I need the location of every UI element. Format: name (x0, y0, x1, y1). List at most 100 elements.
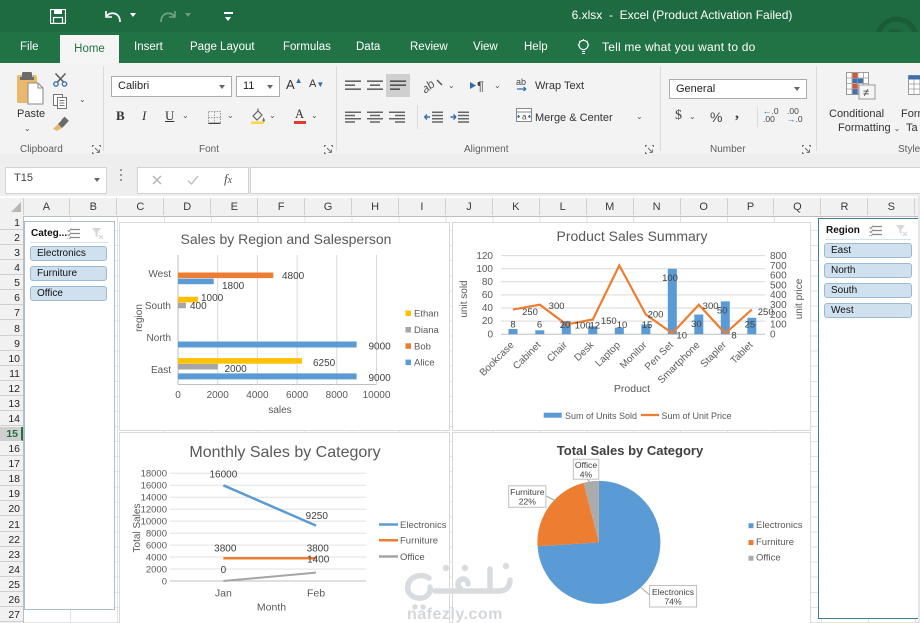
svg-text:North: North (147, 333, 171, 344)
svg-text:20: 20 (560, 320, 571, 331)
svg-text:74%: 74% (664, 597, 682, 607)
svg-text:Sum of Unit Price: Sum of Unit Price (662, 411, 732, 421)
svg-text:0: 0 (487, 330, 493, 341)
svg-text:Total Sales by Category: Total Sales by Category (557, 443, 704, 458)
svg-text:4000: 4000 (146, 553, 167, 564)
svg-text:0: 0 (770, 330, 776, 341)
svg-text:25: 25 (745, 320, 756, 331)
svg-text:Alice: Alice (414, 358, 435, 369)
svg-text:a: a (522, 113, 527, 122)
svg-text:4000: 4000 (246, 390, 269, 401)
svg-text:Cabinet: Cabinet (511, 340, 543, 372)
svg-text:Diana: Diana (414, 325, 440, 336)
svg-text:4%: 4% (580, 470, 593, 480)
svg-text:8: 8 (731, 331, 736, 342)
svg-text:1400: 1400 (307, 555, 330, 566)
svg-text:12: 12 (590, 321, 601, 332)
svg-text:West: West (148, 269, 171, 280)
svg-text:3800: 3800 (214, 544, 237, 555)
svg-text:East: East (151, 365, 171, 376)
svg-text:120: 120 (476, 251, 493, 262)
svg-text:6000: 6000 (286, 390, 309, 401)
svg-text:250: 250 (522, 307, 538, 318)
svg-text:60: 60 (482, 290, 494, 301)
svg-text:Stapler: Stapler (699, 339, 730, 370)
svg-text:22%: 22% (519, 497, 537, 507)
svg-text:3800: 3800 (307, 544, 330, 555)
svg-text:8000: 8000 (146, 529, 167, 540)
svg-text:250: 250 (758, 307, 774, 318)
svg-text:10000: 10000 (141, 517, 167, 528)
svg-text:Sales by Region and Salesperso: Sales by Region and Salesperson (181, 231, 392, 247)
svg-text:Office: Office (575, 460, 598, 470)
svg-text:Electronics: Electronics (756, 520, 803, 531)
svg-text:8: 8 (510, 320, 515, 331)
svg-text:Jan: Jan (215, 588, 232, 600)
svg-text:100: 100 (476, 264, 493, 275)
svg-text:region: region (134, 304, 145, 332)
svg-text:0: 0 (221, 565, 227, 576)
svg-text:0: 0 (175, 390, 181, 401)
svg-text:300: 300 (549, 301, 565, 312)
svg-text:12000: 12000 (141, 505, 167, 516)
svg-text:6250: 6250 (313, 358, 336, 369)
svg-text:16000: 16000 (209, 470, 237, 481)
svg-text:8000: 8000 (326, 390, 349, 401)
svg-text:6: 6 (537, 320, 542, 331)
svg-text:Bookcase: Bookcase (478, 340, 517, 379)
svg-text:40: 40 (482, 303, 494, 314)
svg-text:Electronics: Electronics (400, 520, 447, 531)
svg-text:18000: 18000 (141, 469, 167, 480)
svg-text:Ethan: Ethan (414, 309, 439, 320)
svg-text:Monthly Sales by Category: Monthly Sales by Category (189, 444, 380, 461)
svg-text:400: 400 (190, 301, 207, 312)
svg-text:Month: Month (257, 602, 286, 614)
svg-text:10: 10 (676, 331, 687, 342)
svg-text:2000: 2000 (146, 565, 167, 576)
svg-text:Tablet: Tablet (729, 340, 756, 367)
svg-text:Furniture: Furniture (756, 537, 794, 548)
svg-text:unit sold: unit sold (459, 280, 470, 317)
svg-text:Product Sales Summary: Product Sales Summary (557, 228, 708, 244)
svg-text:20: 20 (482, 316, 494, 327)
svg-text:Bob: Bob (414, 341, 431, 352)
svg-text:16000: 16000 (141, 481, 167, 492)
svg-text:30: 30 (691, 319, 702, 330)
svg-text:9000: 9000 (369, 342, 392, 353)
svg-text:2000: 2000 (225, 364, 248, 375)
svg-text:ab: ab (424, 77, 438, 93)
svg-text:1800: 1800 (222, 281, 245, 292)
svg-text:150: 150 (601, 316, 617, 327)
svg-text:0: 0 (162, 577, 167, 588)
svg-text:Desk: Desk (573, 339, 598, 364)
svg-text:Total Sales: Total Sales (132, 504, 143, 553)
svg-text:Sum of Units Sold: Sum of Units Sold (565, 411, 637, 421)
svg-text:4800: 4800 (282, 271, 305, 282)
svg-text:14000: 14000 (141, 493, 167, 504)
svg-text:sales: sales (268, 405, 291, 416)
svg-text:2000: 2000 (207, 390, 230, 401)
svg-text:unit price: unit price (794, 278, 805, 319)
svg-text:ab: ab (516, 77, 526, 87)
svg-text:100: 100 (575, 321, 591, 332)
svg-text:Feb: Feb (307, 588, 325, 600)
svg-text:50: 50 (717, 306, 728, 317)
svg-text:¶: ¶ (477, 79, 484, 92)
svg-text:Furniture: Furniture (400, 536, 438, 547)
svg-text:Furniture: Furniture (510, 487, 545, 497)
svg-text:Chair: Chair (545, 339, 570, 364)
svg-text:Electronics: Electronics (652, 587, 694, 597)
svg-text:Office: Office (756, 553, 781, 564)
svg-text:200: 200 (648, 310, 664, 321)
svg-text:100: 100 (662, 273, 678, 284)
svg-text:10000: 10000 (363, 390, 391, 401)
svg-text:10: 10 (617, 320, 628, 331)
svg-text:South: South (145, 301, 171, 312)
svg-text:≠: ≠ (863, 87, 869, 99)
svg-text:Product: Product (614, 383, 650, 395)
svg-text:9000: 9000 (369, 373, 392, 384)
svg-text:nafezly.com: nafezly.com (407, 606, 503, 623)
svg-text:6000: 6000 (146, 541, 167, 552)
svg-text:9250: 9250 (306, 511, 329, 522)
svg-text:15: 15 (642, 320, 653, 331)
